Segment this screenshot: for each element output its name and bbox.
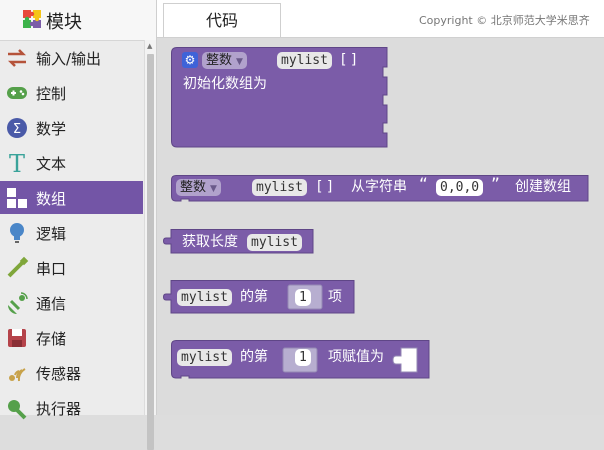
get-length-label: 获取长度 [182, 234, 238, 250]
toolbox-header: 模块 [0, 0, 156, 41]
variable-field[interactable]: mylist [277, 52, 332, 69]
quote-open: “ [419, 175, 428, 195]
init-array-label: 初始化数组为 [183, 76, 267, 92]
index-value-field[interactable]: 1 [295, 289, 311, 306]
category-text[interactable]: T 文本 [0, 146, 143, 179]
type-dropdown-label: 整数 [206, 53, 233, 68]
svg-text:T: T [9, 151, 25, 175]
quote-close: ” [491, 175, 500, 195]
category-label: 文本 [36, 155, 67, 173]
satellite-icon [8, 292, 28, 314]
brackets-text: [ ] [317, 179, 333, 195]
category-label: 存储 [36, 330, 67, 348]
category-serial[interactable]: 串口 [0, 251, 143, 284]
category-logic[interactable]: 逻辑 [0, 216, 143, 249]
string-value-field[interactable]: 0,0,0 [436, 179, 484, 196]
type-dropdown-label: 整数 [180, 180, 207, 195]
block-workspace[interactable]: ⚙ 整数 ▼ mylist [ ] 初始化数组为 整数 ▼ mylist [ ] 从… [157, 38, 604, 415]
category-label: 执行器 [36, 400, 82, 418]
category-label: 数学 [36, 120, 67, 138]
category-label: 控制 [36, 85, 67, 103]
math-icon: Σ [7, 118, 27, 138]
actuator-icon [8, 400, 27, 420]
category-actuator[interactable]: 执行器 [0, 391, 143, 424]
category-label: 串口 [36, 260, 67, 278]
array-icon [7, 188, 27, 208]
serial-icon [7, 256, 29, 278]
top-bar: 代码 Copyright © 北京师范大学米思齐 [157, 0, 604, 38]
variable-field[interactable]: mylist [247, 234, 302, 251]
of-index-label: 的第 [240, 349, 268, 365]
gear-icon[interactable]: ⚙ [182, 52, 198, 68]
toolbox-title: 模块 [46, 12, 82, 33]
category-array[interactable]: 数组 [0, 181, 143, 214]
from-string-label: 从字符串 [351, 179, 407, 195]
toolbox-sidebar: 模块 输入/输出 控制 Σ 数学 T 文本 数组 逻辑 串口 通信 存储 传感器 [0, 0, 157, 450]
category-comm[interactable]: 通信 [0, 286, 143, 319]
variable-field[interactable]: mylist [252, 179, 307, 196]
category-label: 传感器 [36, 365, 82, 383]
toolbox-scrollbar[interactable]: ▲ [144, 40, 156, 450]
arrows-icon [7, 49, 27, 67]
category-math[interactable]: Σ 数学 [0, 111, 143, 144]
category-label: 通信 [36, 295, 67, 313]
category-storage[interactable]: 存储 [0, 321, 143, 354]
type-dropdown[interactable]: 整数 ▼ [202, 52, 247, 69]
category-label: 输入/输出 [36, 50, 102, 68]
scrollbar-thumb[interactable] [147, 54, 154, 450]
category-io[interactable]: 输入/输出 [0, 41, 143, 74]
type-dropdown[interactable]: 整数 ▼ [176, 179, 221, 196]
brackets-text: [ ] [341, 52, 357, 68]
tab-code[interactable]: 代码 [163, 3, 281, 37]
index-value-field[interactable]: 1 [295, 349, 311, 366]
category-label: 数组 [36, 190, 67, 208]
chevron-down-icon: ▼ [236, 57, 243, 67]
puzzle-logo-icon [23, 10, 41, 28]
sensor-icon [9, 368, 26, 382]
lightbulb-icon [10, 223, 24, 243]
storage-icon [8, 329, 26, 347]
category-label: 逻辑 [36, 225, 67, 243]
create-array-label: 创建数组 [515, 179, 571, 195]
category-control[interactable]: 控制 [0, 76, 143, 109]
copyright-text: Copyright © 北京师范大学米思齐 [419, 14, 590, 27]
svg-text:Σ: Σ [13, 122, 21, 137]
assign-label: 项赋值为 [328, 349, 384, 365]
gamepad-icon [7, 87, 27, 99]
text-icon: T [9, 151, 25, 175]
item-label: 项 [328, 289, 342, 305]
variable-field[interactable]: mylist [177, 289, 232, 306]
chevron-down-icon: ▼ [210, 184, 217, 194]
of-index-label: 的第 [240, 289, 268, 305]
scroll-up-icon[interactable]: ▲ [147, 42, 152, 50]
variable-field[interactable]: mylist [177, 349, 232, 366]
category-sensor[interactable]: 传感器 [0, 356, 143, 389]
